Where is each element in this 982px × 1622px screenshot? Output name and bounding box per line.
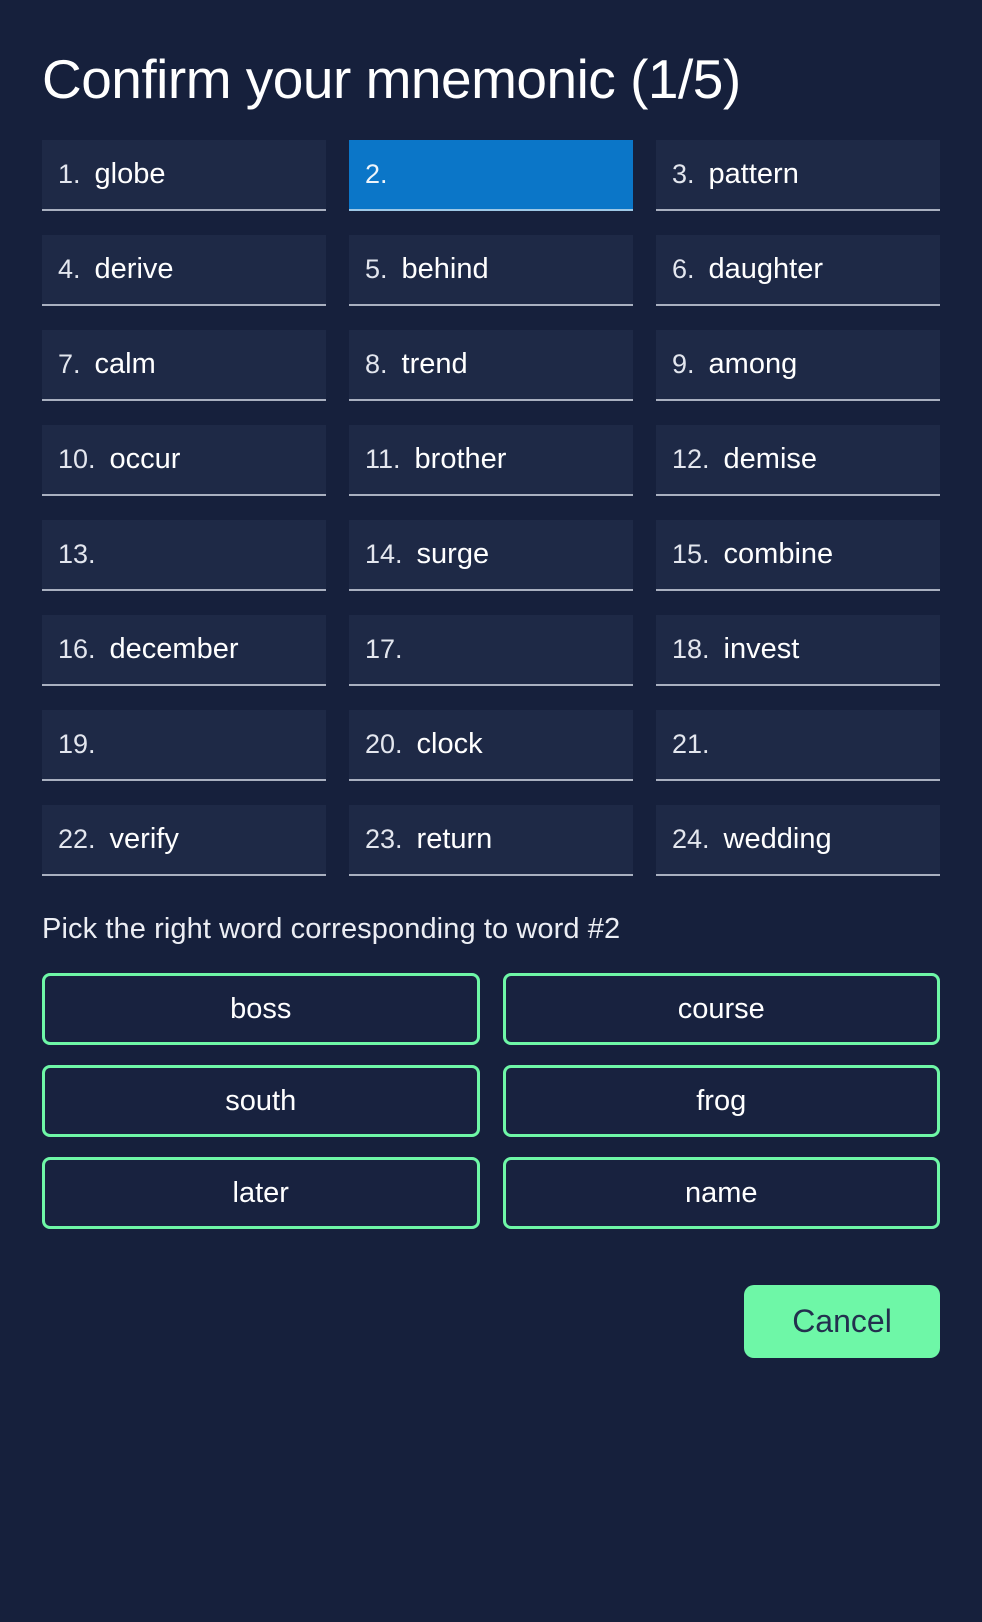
word-index: 9. [672,349,695,380]
word-index: 20. [365,729,403,760]
page-title: Confirm your mnemonic (1/5) [42,48,741,110]
mnemonic-word-cell[interactable]: 22. verify [42,805,326,877]
word-index: 6. [672,254,695,285]
word-index: 23. [365,824,403,855]
word-index: 4. [58,254,81,285]
mnemonic-word-cell[interactable]: 16. december [42,615,326,687]
cancel-button[interactable]: Cancel [744,1285,940,1359]
word-index: 16. [58,634,96,665]
word-index: 7. [58,349,81,380]
option-button[interactable]: boss [42,973,480,1046]
word-text: combine [723,538,834,571]
word-index: 13. [58,539,96,570]
mnemonic-word-cell[interactable]: 20. clock [349,710,633,782]
prompt-text: Pick the right word corresponding to wor… [42,913,621,946]
word-text: trend [401,348,468,381]
mnemonic-word-cell[interactable]: 3. pattern [656,140,940,212]
word-index: 2. [365,159,388,190]
mnemonic-word-cell[interactable]: 18. invest [656,615,940,687]
mnemonic-word-cell[interactable]: 14. surge [349,520,633,592]
mnemonic-word-cell[interactable]: 13. [42,520,326,592]
word-text: derive [94,253,174,286]
option-buttons-group: boss course south frog later name [42,973,940,1230]
mnemonic-word-cell[interactable]: 12. demise [656,425,940,497]
mnemonic-word-cell[interactable]: 21. [656,710,940,782]
word-text: clock [416,728,483,761]
word-index: 5. [365,254,388,285]
mnemonic-word-cell[interactable]: 5. behind [349,235,633,307]
word-text: calm [94,348,156,381]
option-button[interactable]: south [42,1065,480,1138]
mnemonic-word-grid: 1. globe 2. 3. pattern 4. derive 5. behind 6. daug… [42,140,940,900]
mnemonic-word-cell[interactable]: 4. derive [42,235,326,307]
mnemonic-word-cell[interactable]: 11. brother [349,425,633,497]
word-text: wedding [723,823,832,856]
word-text: occur [109,443,181,476]
option-button[interactable]: frog [502,1065,940,1138]
footer-actions: Cancel [42,1285,940,1359]
word-text: invest [723,633,800,666]
mnemonic-word-cell[interactable]: 23. return [349,805,633,877]
mnemonic-word-cell[interactable]: 9. among [656,330,940,402]
mnemonic-word-cell[interactable]: 19. [42,710,326,782]
mnemonic-word-cell[interactable]: 7. calm [42,330,326,402]
word-index: 11. [365,444,401,475]
word-index: 1. [58,159,81,190]
word-text: pattern [708,158,799,191]
word-index: 19. [58,729,96,760]
word-text: among [708,348,798,381]
word-text: december [109,633,239,666]
word-text: verify [109,823,179,856]
word-text: brother [414,443,507,476]
word-text: daughter [708,253,824,286]
mnemonic-word-cell[interactable]: 10. occur [42,425,326,497]
mnemonic-word-cell[interactable]: 2. [349,140,633,212]
word-index: 21. [672,729,710,760]
option-button[interactable]: course [502,973,940,1046]
option-button[interactable]: name [502,1157,940,1230]
word-index: 18. [672,634,710,665]
word-index: 22. [58,824,96,855]
word-text: surge [416,538,490,571]
word-index: 15. [672,539,710,570]
word-index: 17. [365,634,403,665]
word-text: demise [723,443,818,476]
word-text: globe [94,158,166,191]
word-index: 3. [672,159,695,190]
option-button[interactable]: later [42,1157,480,1230]
confirm-mnemonic-screen: Confirm your mnemonic (1/5) 1. globe 2. 3. p… [0,0,982,1622]
mnemonic-word-cell[interactable]: 15. combine [656,520,940,592]
mnemonic-word-cell[interactable]: 17. [349,615,633,687]
word-index: 12. [672,444,710,475]
word-index: 8. [365,349,388,380]
word-index: 14. [365,539,403,570]
mnemonic-word-cell[interactable]: 8. trend [349,330,633,402]
word-index: 24. [672,824,710,855]
mnemonic-word-cell[interactable]: 6. daughter [656,235,940,307]
mnemonic-word-cell[interactable]: 24. wedding [656,805,940,877]
word-text: return [416,823,493,856]
word-text: behind [401,253,489,286]
word-index: 10. [58,444,96,475]
mnemonic-word-cell[interactable]: 1. globe [42,140,326,212]
